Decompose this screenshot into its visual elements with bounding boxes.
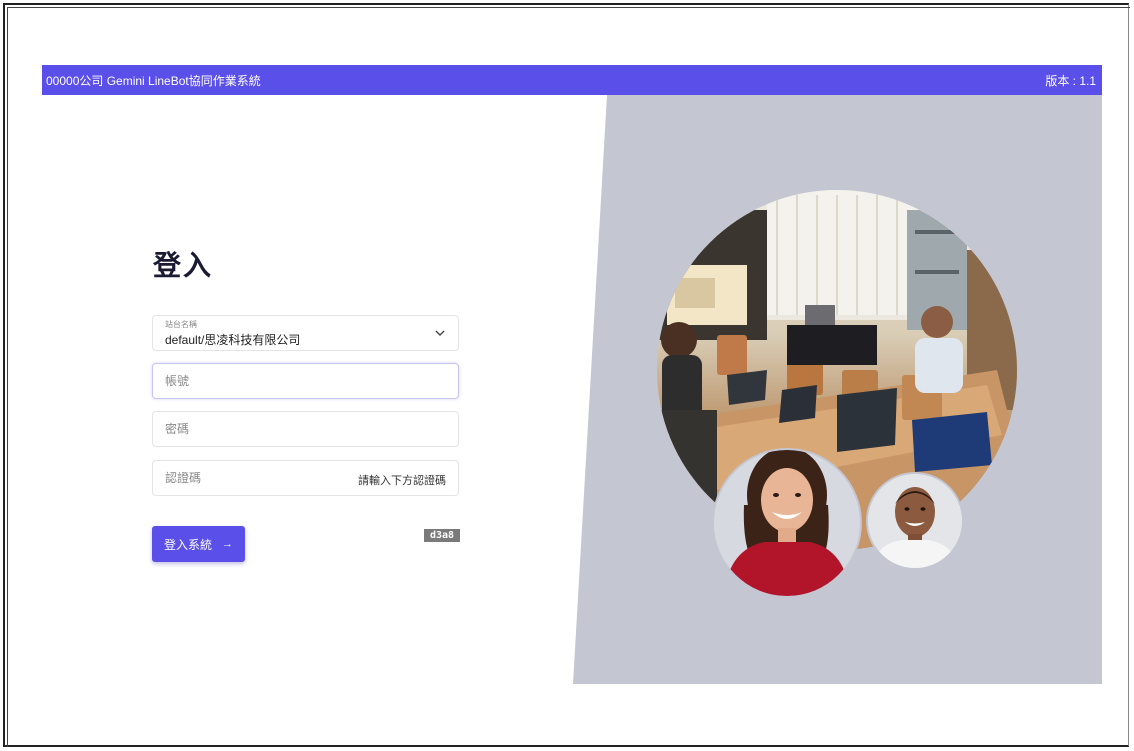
top-bar: 00000公司 Gemini LineBot協同作業系統 版本 : 1.1: [42, 65, 1102, 95]
site-select-label: 站台名稱: [165, 320, 197, 329]
arrow-right-icon: →: [222, 538, 233, 550]
login-submit-label: 登入系統: [163, 537, 212, 552]
account-input[interactable]: [153, 364, 458, 398]
site-select[interactable]: 站台名稱 default/思凌科技有限公司: [152, 315, 459, 351]
version-label: 版本 : 1.1: [1045, 73, 1096, 88]
man-portrait: [866, 472, 964, 570]
password-input[interactable]: [153, 412, 458, 446]
woman-portrait: [712, 448, 862, 598]
captcha-image[interactable]: d3a8: [424, 529, 460, 542]
captcha-field-wrapper: 請輸入下方認證碼: [152, 460, 459, 496]
login-heading: 登入: [153, 250, 214, 281]
captcha-hint: 請輸入下方認證碼: [358, 475, 446, 487]
site-select-value: default/思凌科技有限公司: [165, 333, 301, 347]
app-title: 00000公司 Gemini LineBot協同作業系統: [46, 73, 261, 88]
account-field-wrapper: [152, 363, 459, 399]
password-field-wrapper: [152, 411, 459, 447]
chevron-down-icon[interactable]: [434, 327, 446, 339]
login-submit-button[interactable]: 登入系統 →: [152, 526, 245, 562]
